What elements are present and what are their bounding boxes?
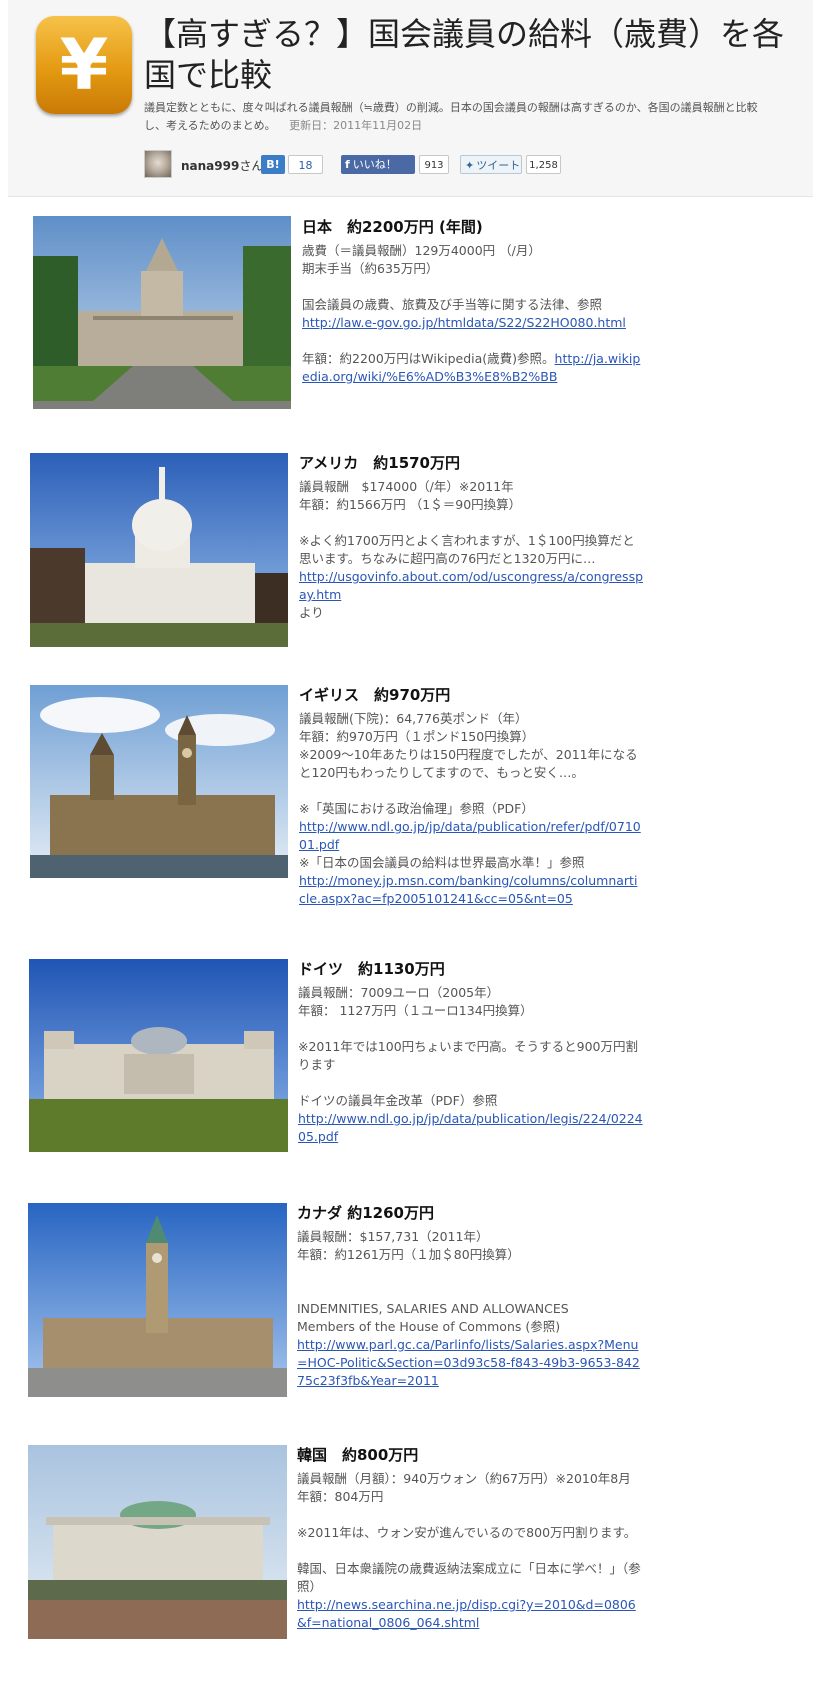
item-title: アメリカ 約1570万円 (299, 454, 460, 472)
facebook-like-button[interactable]: f いいね！ (341, 155, 415, 174)
reference-link[interactable]: http://www.parl.gc.ca/Parlinfo/lists/Sal… (297, 1337, 640, 1388)
author-name[interactable]: nana999さん (181, 157, 263, 174)
reference-link[interactable]: http://www.ndl.go.jp/jp/data/publication… (298, 1111, 643, 1144)
facebook-f-icon: f (345, 158, 350, 171)
updated-date: 更新日：2011年11月02日 (289, 119, 423, 132)
reference-link[interactable]: http://money.jp.msn.com/banking/columns/… (299, 873, 637, 906)
hatena-count[interactable]: 18 (288, 155, 323, 174)
japan-diet-photo (33, 216, 291, 409)
item-title: イギリス 約970万円 (299, 686, 451, 704)
korea-assembly-photo (28, 1445, 287, 1639)
description-text: 議員定数とともに、度々叫ばれる議員報酬（≒歳費）の削減。日本の国会議員の報酬は高… (144, 101, 758, 132)
tweet-button[interactable]: ✦ ツイート (460, 155, 522, 174)
item-title: 日本 約2200万円 (年間) (302, 218, 483, 236)
canada-parliament-photo (28, 1203, 287, 1397)
item-title: ドイツ 約1130万円 (298, 960, 445, 978)
item-body: 歳費（＝議員報酬）129万4000円 （/月） 期末手当（約635万円） 国会議… (302, 243, 641, 384)
item-body: 議員報酬：7009ユーロ（2005年） 年額： 1127万円（１ユーロ134円換… (298, 985, 643, 1144)
tweet-count: 1,258 (526, 155, 561, 174)
reference-link[interactable]: http://usgovinfo.about.com/od/uscongress… (299, 569, 643, 602)
hatena-bookmark-button[interactable]: B! (261, 155, 285, 174)
avatar[interactable] (144, 150, 172, 178)
uk-parliament-photo (30, 685, 288, 878)
item-body: 議員報酬 $174000（/年）※2011年 年額：約1566万円 （1＄＝90… (299, 479, 644, 620)
reference-link[interactable]: http://www.ndl.go.jp/jp/data/publication… (299, 819, 641, 852)
article-description: 議員定数とともに、度々叫ばれる議員報酬（≒歳費）の削減。日本の国会議員の報酬は高… (144, 99, 774, 135)
item-body: 議員報酬(下院)：64,776英ポンド（年） 年額：約970万円（１ポンド150… (299, 711, 641, 906)
reichstag-photo (29, 959, 288, 1152)
item-body: 議員報酬：$157,731（2011年） 年額：約1261万円（１加＄80円換算… (297, 1229, 640, 1388)
item-title: カナダ 約1260万円 (297, 1204, 434, 1222)
reference-link[interactable]: http://news.searchina.ne.jp/disp.cgi?y=2… (297, 1597, 636, 1630)
page-title: 【高すぎる？】国会議員の給料（歳費）を各国で比較 (144, 15, 785, 94)
author-row: nana999さん B! 18 f いいね！ 913 ✦ ツイート 1,258 (144, 150, 784, 178)
facebook-like-count: 913 (419, 155, 449, 174)
item-title: 韓国 約800万円 (297, 1446, 419, 1464)
us-capitol-photo (30, 453, 288, 647)
article-header: ¥ 【高すぎる？】国会議員の給料（歳費）を各国で比較 議員定数とともに、度々叫ば… (8, 0, 813, 197)
yen-logo-icon: ¥ (36, 16, 132, 114)
reference-link[interactable]: http://law.e-gov.go.jp/htmldata/S22/S22H… (302, 315, 626, 330)
twitter-bird-icon: ✦ (465, 159, 475, 172)
item-body: 議員報酬（月額）：940万ウォン（約67万円）※2010年8月 年額：804万円… (297, 1471, 641, 1630)
